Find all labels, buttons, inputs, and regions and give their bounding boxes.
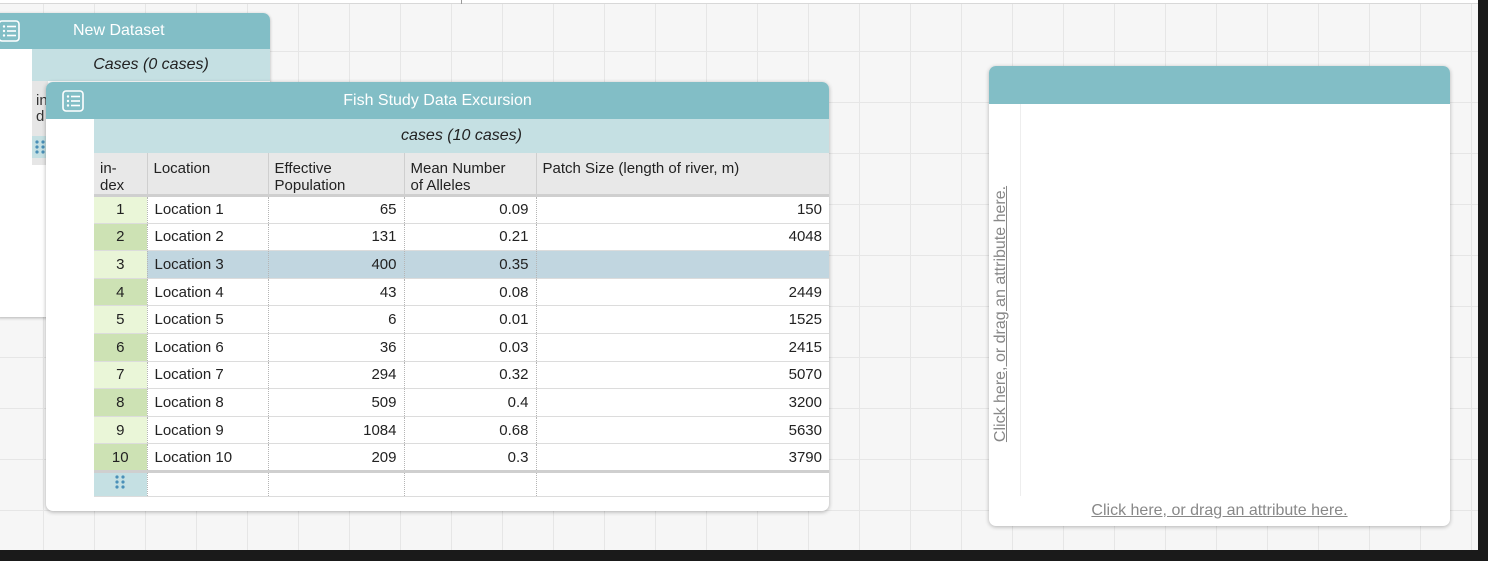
location-cell[interactable]: Location 10: [146, 443, 268, 472]
location-cell[interactable]: Location 8: [146, 388, 268, 417]
row-drag-handle[interactable]: [94, 469, 147, 497]
column-header-index[interactable]: in- dex: [94, 153, 147, 197]
patch-size-cell[interactable]: [535, 250, 829, 279]
mean-alleles-cell[interactable]: 0.32: [403, 361, 536, 390]
location-cell[interactable]: Location 7: [146, 361, 268, 390]
table-row[interactable]: 6 Location 6 36 0.03 2415: [94, 333, 829, 362]
fish-study-cases-label: cases (10 cases): [94, 119, 829, 153]
x-axis-attribute-prompt[interactable]: Click here, or drag an attribute here.: [989, 502, 1450, 520]
row-index-cell[interactable]: 3: [94, 250, 147, 279]
table-row[interactable]: 5 Location 5 6 0.01 1525: [94, 305, 829, 334]
row-index-cell[interactable]: 6: [94, 333, 147, 362]
fish-study-title: Fish Study Data Excursion: [343, 92, 532, 109]
column-header-effective-population[interactable]: Effective Population: [267, 153, 404, 197]
new-dataset-title[interactable]: New Dataset: [0, 13, 270, 49]
mean-alleles-cell[interactable]: 0.68: [403, 416, 536, 445]
row-index-cell[interactable]: 10: [94, 443, 147, 472]
effective-population-cell[interactable]: 6: [267, 305, 404, 334]
row-index-cell[interactable]: 4: [94, 278, 147, 307]
location-cell[interactable]: Location 4: [146, 278, 268, 307]
mean-alleles-cell[interactable]: 0.35: [403, 250, 536, 279]
patch-size-cell[interactable]: 2449: [535, 278, 829, 307]
fish-study-title-bar[interactable]: Fish Study Data Excursion: [46, 82, 829, 119]
location-cell[interactable]: Location 2: [146, 223, 268, 252]
patch-size-cell[interactable]: 2415: [535, 333, 829, 362]
effective-population-cell[interactable]: 36: [267, 333, 404, 362]
patch-size-cell[interactable]: 3200: [535, 388, 829, 417]
row-index-cell[interactable]: 7: [94, 361, 147, 390]
grip-dots-icon: [115, 475, 125, 490]
mean-alleles-cell[interactable]: 0.01: [403, 305, 536, 334]
window-edge-right: [1478, 0, 1488, 561]
row-index-cell[interactable]: 8: [94, 388, 147, 417]
table-list-icon[interactable]: [0, 20, 20, 42]
effective-population-cell[interactable]: 131: [267, 223, 404, 252]
mean-alleles-cell[interactable]: 0.09: [403, 195, 536, 224]
new-dataset-cases-label: Cases (0 cases): [32, 49, 270, 81]
new-case-cell[interactable]: [146, 469, 268, 497]
table-row[interactable]: 8 Location 8 509 0.4 3200: [94, 388, 829, 417]
patch-size-cell[interactable]: 5070: [535, 361, 829, 390]
effective-population-cell[interactable]: 400: [267, 250, 404, 279]
location-cell[interactable]: Location 9: [146, 416, 268, 445]
location-cell[interactable]: Location 1: [146, 195, 268, 224]
column-header-location[interactable]: Location: [146, 153, 268, 197]
location-cell[interactable]: Location 3: [146, 250, 268, 279]
mean-alleles-cell[interactable]: 0.03: [403, 333, 536, 362]
graph-card[interactable]: Click here, or drag an attribute here. C…: [989, 66, 1450, 526]
table-row[interactable]: 4 Location 4 43 0.08 2449: [94, 278, 829, 307]
column-header-mean-alleles[interactable]: Mean Number of Alleles: [403, 153, 536, 197]
patch-size-cell[interactable]: 5630: [535, 416, 829, 445]
new-case-cell[interactable]: [535, 469, 829, 497]
table-row[interactable]: 9 Location 9 1084 0.68 5630: [94, 416, 829, 445]
toolbar-divider: [461, 0, 462, 4]
patch-size-cell[interactable]: 150: [535, 195, 829, 224]
fish-study-table-card[interactable]: Fish Study Data Excursion cases (10 case…: [46, 82, 829, 511]
row-index-cell[interactable]: 1: [94, 195, 147, 224]
effective-population-cell[interactable]: 65: [267, 195, 404, 224]
table-row[interactable]: 3 Location 3 400 0.35: [94, 250, 829, 279]
table-row[interactable]: 1 Location 1 65 0.09 150: [94, 195, 829, 224]
patch-size-cell[interactable]: 1525: [535, 305, 829, 334]
mean-alleles-cell[interactable]: 0.4: [403, 388, 536, 417]
mean-alleles-cell[interactable]: 0.21: [403, 223, 536, 252]
mean-alleles-cell[interactable]: 0.3: [403, 443, 536, 472]
table-list-icon[interactable]: [62, 90, 84, 112]
graph-title-bar[interactable]: [989, 66, 1450, 104]
case-table: in- dex Location Effective Population Me…: [94, 153, 829, 497]
location-cell[interactable]: Location 5: [146, 305, 268, 334]
patch-size-cell[interactable]: 3790: [535, 443, 829, 472]
effective-population-cell[interactable]: 209: [267, 443, 404, 472]
column-header-patch-size[interactable]: Patch Size (length of river, m): [535, 153, 829, 197]
new-case-row[interactable]: [94, 469, 829, 497]
table-row[interactable]: 10 Location 10 209 0.3 3790: [94, 443, 829, 472]
effective-population-cell[interactable]: 43: [267, 278, 404, 307]
row-index-cell[interactable]: 2: [94, 223, 147, 252]
top-toolbar-edge: [0, 0, 1488, 4]
table-row[interactable]: 7 Location 7 294 0.32 5070: [94, 361, 829, 390]
new-case-cell[interactable]: [267, 469, 404, 497]
column-header-row: in- dex Location Effective Population Me…: [94, 153, 829, 197]
table-row[interactable]: 2 Location 2 131 0.21 4048: [94, 223, 829, 252]
effective-population-cell[interactable]: 294: [267, 361, 404, 390]
effective-population-cell[interactable]: 1084: [267, 416, 404, 445]
patch-size-cell[interactable]: 4048: [535, 223, 829, 252]
y-axis-attribute-prompt[interactable]: Click here, or drag an attribute here.: [992, 186, 1010, 442]
graph-plot-area[interactable]: [1020, 104, 1450, 496]
location-cell[interactable]: Location 6: [146, 333, 268, 362]
new-case-cell[interactable]: [403, 469, 536, 497]
row-index-cell[interactable]: 9: [94, 416, 147, 445]
window-edge-bottom: [0, 550, 1488, 561]
mean-alleles-cell[interactable]: 0.08: [403, 278, 536, 307]
row-index-cell[interactable]: 5: [94, 305, 147, 334]
effective-population-cell[interactable]: 509: [267, 388, 404, 417]
